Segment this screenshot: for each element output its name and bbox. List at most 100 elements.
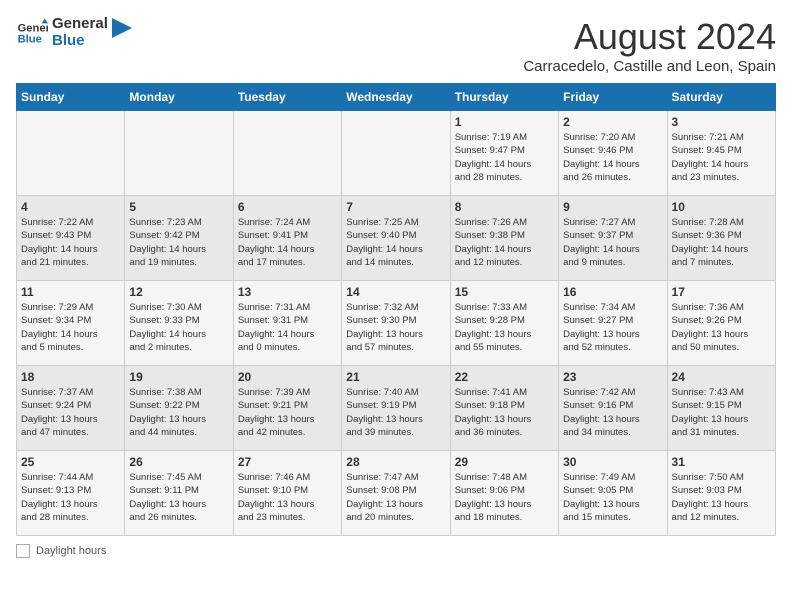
weekday-header-tuesday: Tuesday	[233, 84, 341, 111]
day-info: Sunrise: 7:22 AM Sunset: 9:43 PM Dayligh…	[21, 216, 120, 269]
logo-flag-icon	[112, 18, 132, 48]
weekday-header-sunday: Sunday	[17, 84, 125, 111]
calendar-day-cell	[125, 111, 233, 196]
day-number: 17	[672, 285, 771, 299]
day-number: 12	[129, 285, 228, 299]
calendar-day-cell: 1Sunrise: 7:19 AM Sunset: 9:47 PM Daylig…	[450, 111, 558, 196]
calendar-day-cell: 10Sunrise: 7:28 AM Sunset: 9:36 PM Dayli…	[667, 196, 775, 281]
day-number: 23	[563, 370, 662, 384]
day-number: 26	[129, 455, 228, 469]
day-info: Sunrise: 7:45 AM Sunset: 9:11 PM Dayligh…	[129, 471, 228, 524]
daylight-label: Daylight hours	[36, 545, 106, 557]
calendar-day-cell: 2 Sunrise: 7:20 AM Sunset: 9:46 PM Daylig…	[559, 111, 667, 196]
calendar-day-cell: 14Sunrise: 7:32 AM Sunset: 9:30 PM Dayli…	[342, 281, 450, 366]
day-number: 28	[346, 455, 445, 469]
page-header: General Blue General Blue August 2024 Ca…	[16, 16, 776, 75]
day-info: Sunrise: 7:50 AM Sunset: 9:03 PM Dayligh…	[672, 471, 771, 524]
day-info: Sunrise: 7:24 AM Sunset: 9:41 PM Dayligh…	[238, 216, 337, 269]
calendar-day-cell	[17, 111, 125, 196]
calendar-day-cell	[342, 111, 450, 196]
day-info: Sunrise: 7:34 AM Sunset: 9:27 PM Dayligh…	[563, 301, 662, 354]
day-number: 6	[238, 200, 337, 214]
day-number: 16	[563, 285, 662, 299]
day-info: Sunrise: 7:25 AM Sunset: 9:40 PM Dayligh…	[346, 216, 445, 269]
day-info: Sunrise: 7:43 AM Sunset: 9:15 PM Dayligh…	[672, 386, 771, 439]
calendar-day-cell: 19 Sunrise: 7:38 AM Sunset: 9:22 PM Dayli…	[125, 366, 233, 451]
calendar-week-row: 25Sunrise: 7:44 AM Sunset: 9:13 PM Dayli…	[17, 451, 776, 536]
day-number: 14	[346, 285, 445, 299]
day-info: Sunrise: 7:29 AM Sunset: 9:34 PM Dayligh…	[21, 301, 120, 354]
calendar-day-cell: 21 Sunrise: 7:40 AM Sunset: 9:19 PM Dayli…	[342, 366, 450, 451]
day-number: 9	[563, 200, 662, 214]
day-info: Sunrise: 7:42 AM Sunset: 9:16 PM Dayligh…	[563, 386, 662, 439]
calendar-day-cell: 6 Sunrise: 7:24 AM Sunset: 9:41 PM Daylig…	[233, 196, 341, 281]
day-number: 22	[455, 370, 554, 384]
day-number: 18	[21, 370, 120, 384]
calendar-day-cell: 8Sunrise: 7:26 AM Sunset: 9:38 PM Daylig…	[450, 196, 558, 281]
day-number: 21	[346, 370, 445, 384]
day-info: Sunrise: 7:38 AM Sunset: 9:22 PM Dayligh…	[129, 386, 228, 439]
title-block: August 2024 Carracedelo, Castille and Le…	[523, 16, 776, 75]
logo-general: General	[52, 16, 108, 33]
calendar-week-row: 4 Sunrise: 7:22 AM Sunset: 9:43 PM Daylig…	[17, 196, 776, 281]
calendar-week-row: 1Sunrise: 7:19 AM Sunset: 9:47 PM Daylig…	[17, 111, 776, 196]
day-info: Sunrise: 7:40 AM Sunset: 9:19 PM Dayligh…	[346, 386, 445, 439]
day-info: Sunrise: 7:48 AM Sunset: 9:06 PM Dayligh…	[455, 471, 554, 524]
day-number: 1	[455, 115, 554, 129]
day-info: Sunrise: 7:33 AM Sunset: 9:28 PM Dayligh…	[455, 301, 554, 354]
logo-icon: General Blue	[16, 17, 48, 49]
day-number: 4	[21, 200, 120, 214]
calendar-day-cell: 26 Sunrise: 7:45 AM Sunset: 9:11 PM Dayli…	[125, 451, 233, 536]
calendar-day-cell: 9 Sunrise: 7:27 AM Sunset: 9:37 PM Daylig…	[559, 196, 667, 281]
day-number: 20	[238, 370, 337, 384]
calendar-footer: Daylight hours	[16, 544, 776, 558]
day-number: 30	[563, 455, 662, 469]
calendar-day-cell: 15Sunrise: 7:33 AM Sunset: 9:28 PM Dayli…	[450, 281, 558, 366]
day-number: 27	[238, 455, 337, 469]
day-info: Sunrise: 7:23 AM Sunset: 9:42 PM Dayligh…	[129, 216, 228, 269]
calendar-day-cell: 17 Sunrise: 7:36 AM Sunset: 9:26 PM Dayli…	[667, 281, 775, 366]
day-number: 7	[346, 200, 445, 214]
day-number: 3	[672, 115, 771, 129]
calendar-day-cell: 24 Sunrise: 7:43 AM Sunset: 9:15 PM Dayli…	[667, 366, 775, 451]
day-number: 29	[455, 455, 554, 469]
calendar-day-cell: 27 Sunrise: 7:46 AM Sunset: 9:10 PM Dayli…	[233, 451, 341, 536]
calendar-day-cell: 7 Sunrise: 7:25 AM Sunset: 9:40 PM Daylig…	[342, 196, 450, 281]
calendar-day-cell: 11 Sunrise: 7:29 AM Sunset: 9:34 PM Dayli…	[17, 281, 125, 366]
calendar-day-cell: 22Sunrise: 7:41 AM Sunset: 9:18 PM Dayli…	[450, 366, 558, 451]
weekday-header-wednesday: Wednesday	[342, 84, 450, 111]
calendar-week-row: 18Sunrise: 7:37 AM Sunset: 9:24 PM Dayli…	[17, 366, 776, 451]
calendar-day-cell: 30Sunrise: 7:49 AM Sunset: 9:05 PM Dayli…	[559, 451, 667, 536]
svg-text:Blue: Blue	[18, 33, 42, 45]
day-info: Sunrise: 7:20 AM Sunset: 9:46 PM Dayligh…	[563, 131, 662, 184]
weekday-header-monday: Monday	[125, 84, 233, 111]
day-number: 5	[129, 200, 228, 214]
calendar-day-cell: 12 Sunrise: 7:30 AM Sunset: 9:33 PM Dayli…	[125, 281, 233, 366]
weekday-header-friday: Friday	[559, 84, 667, 111]
calendar-day-cell: 25Sunrise: 7:44 AM Sunset: 9:13 PM Dayli…	[17, 451, 125, 536]
day-number: 24	[672, 370, 771, 384]
day-number: 31	[672, 455, 771, 469]
calendar-header-row: SundayMondayTuesdayWednesdayThursdayFrid…	[17, 84, 776, 111]
day-number: 19	[129, 370, 228, 384]
day-number: 25	[21, 455, 120, 469]
calendar-day-cell: 5 Sunrise: 7:23 AM Sunset: 9:42 PM Daylig…	[125, 196, 233, 281]
day-info: Sunrise: 7:30 AM Sunset: 9:33 PM Dayligh…	[129, 301, 228, 354]
logo: General Blue General Blue	[16, 16, 132, 49]
weekday-header-thursday: Thursday	[450, 84, 558, 111]
calendar-day-cell: 31 Sunrise: 7:50 AM Sunset: 9:03 PM Dayli…	[667, 451, 775, 536]
day-info: Sunrise: 7:27 AM Sunset: 9:37 PM Dayligh…	[563, 216, 662, 269]
day-info: Sunrise: 7:36 AM Sunset: 9:26 PM Dayligh…	[672, 301, 771, 354]
day-info: Sunrise: 7:31 AM Sunset: 9:31 PM Dayligh…	[238, 301, 337, 354]
month-year-title: August 2024	[523, 16, 776, 58]
day-number: 11	[21, 285, 120, 299]
logo-blue: Blue	[52, 33, 108, 50]
day-info: Sunrise: 7:21 AM Sunset: 9:45 PM Dayligh…	[672, 131, 771, 184]
day-info: Sunrise: 7:46 AM Sunset: 9:10 PM Dayligh…	[238, 471, 337, 524]
calendar-day-cell: 13Sunrise: 7:31 AM Sunset: 9:31 PM Dayli…	[233, 281, 341, 366]
day-info: Sunrise: 7:47 AM Sunset: 9:08 PM Dayligh…	[346, 471, 445, 524]
day-info: Sunrise: 7:28 AM Sunset: 9:36 PM Dayligh…	[672, 216, 771, 269]
calendar-day-cell: 4 Sunrise: 7:22 AM Sunset: 9:43 PM Daylig…	[17, 196, 125, 281]
calendar-week-row: 11 Sunrise: 7:29 AM Sunset: 9:34 PM Dayli…	[17, 281, 776, 366]
day-number: 2	[563, 115, 662, 129]
